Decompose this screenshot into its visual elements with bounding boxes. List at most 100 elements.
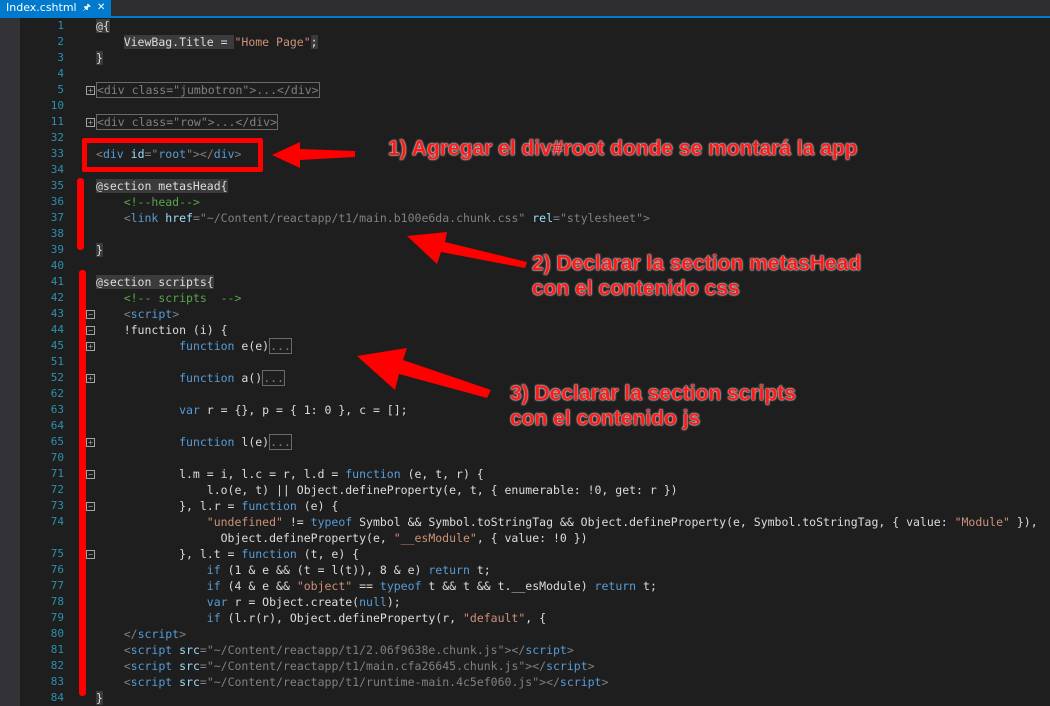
code-line[interactable]: Object.defineProperty(e, "__esModule", {… [96, 530, 588, 546]
close-icon[interactable]: ✕ [97, 0, 105, 16]
metashead-section-bracket [77, 178, 84, 250]
code-token: Symbol && Symbol.toStringTag && Object.d… [352, 515, 955, 529]
code-line[interactable]: @section scripts{ [96, 274, 214, 290]
code-line[interactable]: function a()... [96, 370, 285, 386]
code-token: "undefined" [206, 515, 283, 529]
code-editor[interactable]: @{ ViewBag.Title = "Home Page";} + <div cl… [0, 18, 1050, 706]
code-token: src [172, 659, 200, 673]
code-line[interactable]: <script src="~/Content/reactapp/t1/2.06f… [96, 642, 574, 658]
code-token: } [96, 51, 103, 65]
collapse-fold-icon[interactable]: − [86, 470, 95, 479]
code-token: "default" [462, 611, 526, 625]
code-token: function [179, 435, 235, 449]
code-line[interactable]: }, l.r = function (e) { [96, 498, 338, 514]
code-token: } [96, 243, 103, 257]
code-token: t && t && t.__esModule) [421, 579, 595, 593]
annotation-step-2-line-1: 2) Declarar la section metasHead [532, 252, 862, 275]
code-token: e(e) [234, 339, 270, 353]
code-token: var [206, 595, 228, 609]
code-line[interactable]: <div class="row">...</div> [96, 114, 279, 130]
code-line[interactable]: }, l.t = function (t, e) { [96, 546, 359, 562]
code-line[interactable]: <script src="~/Content/reactapp/t1/main.… [96, 658, 595, 674]
code-token: @{ [96, 19, 110, 33]
code-line[interactable]: if (l.r(r), Object.defineProperty(r, "de… [96, 610, 546, 626]
code-line[interactable]: } [96, 690, 103, 706]
code-line[interactable]: !function (i) { [96, 322, 228, 338]
expand-fold-icon[interactable]: + [86, 374, 95, 383]
tab-index-cshtml[interactable]: Index.cshtml 🖈 ✕ [0, 0, 112, 16]
code-token: src [172, 675, 200, 689]
code-token: ="stylesheet"> [553, 211, 650, 225]
code-token: r = Object.create( [227, 595, 360, 609]
code-token: ; [310, 35, 318, 49]
code-token: <!--head--> [123, 195, 200, 209]
code-line[interactable]: var r = {}, p = { 1: 0 }, c = []; [96, 402, 408, 418]
code-token: a() [234, 371, 263, 385]
expand-fold-icon[interactable]: + [86, 118, 95, 127]
annotation-step-2-line-2: con el contenido css [532, 277, 740, 300]
code-token: "Module" [954, 515, 1010, 529]
code-line[interactable]: @section metasHead{ [96, 178, 228, 194]
collapse-fold-icon[interactable]: − [86, 310, 95, 319]
code-token: "object" [296, 579, 353, 593]
code-token: <div class="row">...</div> [96, 114, 279, 130]
code-token: < [123, 307, 131, 321]
code-line[interactable]: <link href="~/Content/reactapp/t1/main.b… [96, 210, 650, 226]
expand-fold-icon[interactable]: + [86, 438, 95, 447]
code-token: script [546, 659, 588, 673]
code-token: l.o(e, t) || Object.defineProperty(e, t,… [96, 483, 678, 497]
tab-title: Index.cshtml [6, 1, 77, 14]
code-token: !function (i) { [96, 323, 228, 337]
expand-fold-icon[interactable]: + [86, 342, 95, 351]
code-token: != [282, 515, 311, 529]
code-token: ); [386, 595, 401, 609]
code-line[interactable]: "undefined" != typeof Symbol && Symbol.t… [96, 514, 1038, 530]
arrow-3 [357, 348, 491, 398]
code-line[interactable]: function e(e)... [96, 338, 292, 354]
code-token: t; [636, 579, 657, 593]
code-line[interactable]: function l(e)... [96, 434, 292, 450]
code-line[interactable]: <script> [96, 306, 179, 322]
code-line[interactable]: var r = Object.create(null); [96, 594, 401, 610]
code-token: return [428, 563, 470, 577]
code-line[interactable]: <!-- scripts --> [96, 290, 242, 306]
code-line[interactable]: <!--head--> [96, 194, 200, 210]
code-line[interactable]: if (1 & e && (t = l(t)), 8 & e) return t… [96, 562, 491, 578]
code-line[interactable]: } [96, 50, 103, 66]
code-line[interactable]: </script> [96, 626, 186, 642]
code-token: (e) { [296, 499, 339, 513]
code-token: (4 & e && [220, 579, 297, 593]
collapse-fold-icon[interactable]: − [86, 502, 95, 511]
collapse-fold-icon[interactable]: − [86, 326, 95, 335]
arrow-1 [272, 142, 355, 168]
code-token: ="~/Content/reactapp/t1/runtime-main.4c5… [199, 675, 560, 689]
annotation-step-3-line-1: 3) Declarar la section scripts [510, 382, 796, 405]
code-line[interactable]: <div class="jumbotron">...</div> [96, 82, 320, 98]
code-token: < [123, 675, 131, 689]
collapse-fold-icon[interactable]: − [86, 550, 95, 559]
code-line[interactable]: <script src="~/Content/reactapp/t1/runti… [96, 674, 609, 690]
pin-icon[interactable]: 🖈 [83, 0, 91, 16]
code-token: ="~/Content/reactapp/t1/2.06f9638e.chunk… [199, 643, 526, 657]
code-line[interactable]: l.m = i, l.c = r, l.d = function (e, t, … [96, 466, 484, 482]
code-line[interactable]: } [96, 242, 103, 258]
code-token: @section scripts{ [96, 275, 214, 289]
expand-fold-icon[interactable]: + [86, 86, 95, 95]
code-token: return [594, 579, 637, 593]
annotation-step-3-line-2: con el contenido js [510, 407, 701, 430]
code-line[interactable]: ViewBag.Title = "Home Page"; [96, 34, 318, 50]
code-line[interactable]: if (4 & e && "object" == typeof t && t &… [96, 578, 657, 594]
code-token: , { value: !0 }) [476, 531, 588, 545]
code-token: "Home Page" [234, 35, 311, 49]
code-line[interactable]: l.o(e, t) || Object.defineProperty(e, t,… [96, 482, 678, 498]
code-line[interactable]: @{ [96, 18, 110, 34]
